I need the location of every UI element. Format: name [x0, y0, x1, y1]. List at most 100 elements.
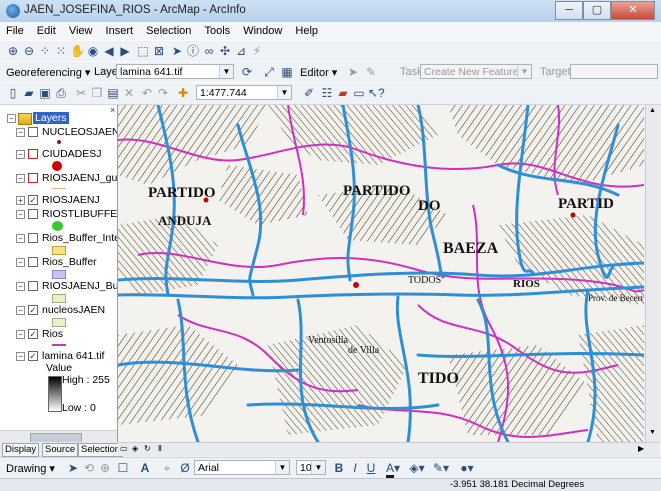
font-select[interactable]: Arial ▼: [194, 460, 290, 475]
redo-icon[interactable]: ↷: [156, 86, 170, 100]
scroll-right-icon[interactable]: ▶: [638, 444, 648, 454]
menu-help[interactable]: Help: [289, 22, 322, 37]
scroll-down-icon[interactable]: ▼: [648, 429, 657, 438]
tab-display[interactable]: Display: [2, 443, 40, 457]
collapse-icon[interactable]: −: [16, 128, 25, 137]
layer-visibility-checkbox[interactable]: ✓: [28, 351, 38, 361]
layout-view-icon[interactable]: ▭: [120, 444, 130, 454]
tab-selection[interactable]: Selection: [78, 443, 124, 457]
zoom-in-icon[interactable]: ⊕: [6, 44, 20, 58]
toc-layer[interactable]: − ✓ nucleosJAEN: [0, 303, 117, 327]
back-arrow-icon[interactable]: ◀: [102, 44, 116, 58]
line-color-icon[interactable]: ✎▾: [430, 461, 452, 475]
collapse-icon[interactable]: −: [16, 330, 25, 339]
edit-vertices-icon[interactable]: ⌖: [160, 461, 174, 475]
layer-visibility-checkbox[interactable]: [28, 257, 38, 267]
drawing-menu[interactable]: Drawing ▾: [6, 462, 55, 475]
toc-icon[interactable]: ☷: [320, 86, 334, 100]
menu-view[interactable]: View: [63, 22, 97, 37]
toc-layer[interactable]: − RIOSJAENJ_guada: [0, 171, 117, 193]
close-button[interactable]: ✕: [611, 1, 655, 20]
data-view-icon[interactable]: ◈: [132, 444, 142, 454]
toc-layer[interactable]: − RIOSTLIBUFFERIN: [0, 207, 117, 231]
collapse-icon[interactable]: −: [16, 352, 25, 361]
arctoolbox-icon[interactable]: ▰: [336, 86, 350, 100]
undo-icon[interactable]: ↶: [140, 86, 154, 100]
fixed-zoom-in-icon[interactable]: ⁘: [38, 44, 52, 58]
rectangle-icon[interactable]: ☐: [116, 461, 130, 475]
marker-color-icon[interactable]: ●▾: [456, 461, 478, 475]
toc-layer[interactable]: − Rios_Buffer_Inters: [0, 231, 117, 255]
refresh-icon[interactable]: ↻: [144, 444, 154, 454]
toc-layer[interactable]: − ✓ Rios: [0, 327, 117, 349]
print-icon[interactable]: ⎙: [54, 86, 68, 100]
collapse-icon[interactable]: −: [16, 234, 25, 243]
select-elements-icon[interactable]: ➤: [66, 461, 80, 475]
collapse-icon[interactable]: −: [16, 282, 25, 291]
collapse-icon[interactable]: −: [16, 306, 25, 315]
expand-icon[interactable]: +: [16, 196, 25, 205]
map-scale-input[interactable]: 1:477.744 ▼: [196, 85, 292, 100]
target-select[interactable]: [570, 64, 658, 79]
toc-layer-raster[interactable]: − ✓ lamina 641.tif Value High : 255 Low …: [0, 349, 117, 429]
open-folder-icon[interactable]: ▰: [22, 86, 36, 100]
layer-visibility-checkbox[interactable]: [28, 149, 38, 159]
maximize-button[interactable]: ▢: [583, 1, 611, 20]
pause-drawing-icon[interactable]: Ⅱ: [158, 444, 168, 454]
paste-icon[interactable]: ▤: [106, 86, 120, 100]
menu-selection[interactable]: Selection: [140, 22, 195, 37]
font-color-icon[interactable]: A▾: [382, 461, 404, 478]
zoom-out-icon[interactable]: ⊖: [22, 44, 36, 58]
add-control-points-icon[interactable]: ⤢: [262, 65, 276, 79]
layer-visibility-checkbox[interactable]: [28, 209, 38, 219]
select-features-icon[interactable]: ⬚: [136, 44, 150, 58]
bold-button[interactable]: B: [332, 461, 346, 475]
clear-selection-icon[interactable]: ⊠: [152, 44, 166, 58]
toc-layer[interactable]: − Rios_Buffer: [0, 255, 117, 279]
identify-icon[interactable]: ⓘ: [186, 44, 200, 58]
map-horizontal-scrollbar[interactable]: ▭ ◈ ↻ Ⅱ ▶: [118, 442, 659, 456]
menu-tools[interactable]: Tools: [198, 22, 234, 37]
layer-visibility-checkbox[interactable]: [28, 127, 38, 137]
layer-visibility-checkbox[interactable]: [28, 281, 38, 291]
task-select[interactable]: Create New Feature ▼: [420, 64, 532, 79]
edit-tool-icon[interactable]: ➤: [346, 65, 360, 79]
cut-icon[interactable]: ✂: [74, 86, 88, 100]
view-link-table-icon[interactable]: ▦: [280, 65, 294, 79]
measure-icon[interactable]: ⊿: [234, 44, 248, 58]
full-extent-icon[interactable]: ◉: [86, 44, 100, 58]
data-frame-layers[interactable]: − Layers: [0, 111, 117, 125]
fill-color-icon[interactable]: ◈▾: [406, 461, 428, 475]
add-data-icon[interactable]: ✚: [176, 86, 190, 100]
toc-layer[interactable]: − CIUDADESJ: [0, 147, 117, 171]
collapse-icon[interactable]: −: [16, 258, 25, 267]
text-tool-icon[interactable]: A: [138, 461, 152, 475]
layer-visibility-checkbox[interactable]: [28, 233, 38, 243]
collapse-icon[interactable]: −: [16, 174, 25, 183]
new-document-icon[interactable]: ▯: [6, 86, 20, 100]
italic-button[interactable]: I: [348, 461, 362, 475]
collapse-icon[interactable]: −: [16, 150, 25, 159]
layer-visibility-checkbox[interactable]: ✓: [28, 195, 38, 205]
whats-this-icon[interactable]: ↖?: [368, 86, 385, 100]
layer-visibility-checkbox[interactable]: ✓: [28, 329, 38, 339]
collapse-icon[interactable]: −: [7, 114, 16, 123]
map-view[interactable]: PARTIDO DO PARTID ANDUJA BAEZA RIOS PART…: [118, 105, 644, 442]
menu-file[interactable]: File: [0, 22, 28, 37]
menu-window[interactable]: Window: [237, 22, 286, 37]
editor-menu[interactable]: Editor ▾: [300, 66, 337, 79]
toc-layer[interactable]: − RIOSJAENJ_Buffer: [0, 279, 117, 303]
minimize-button[interactable]: ─: [555, 1, 583, 20]
layer-visibility-checkbox[interactable]: ✓: [28, 305, 38, 315]
pan-hand-icon[interactable]: ✋: [70, 44, 85, 58]
collapse-icon[interactable]: −: [16, 210, 25, 219]
find-binoculars-icon[interactable]: ∞: [202, 44, 216, 58]
go-to-xy-icon[interactable]: ✣: [218, 44, 232, 58]
editor-toolbar-icon[interactable]: ✐: [302, 86, 316, 100]
layer-select[interactable]: lamina 641.tif ▼: [116, 64, 234, 79]
hyperlink-icon[interactable]: ⚡: [250, 44, 264, 58]
save-icon[interactable]: ▣: [38, 86, 52, 100]
zoom-whole-page-icon[interactable]: ⊕: [98, 461, 112, 475]
map-vertical-scrollbar[interactable]: ▲ ▼: [645, 105, 660, 442]
font-size-select[interactable]: 10 ▼: [296, 460, 326, 475]
